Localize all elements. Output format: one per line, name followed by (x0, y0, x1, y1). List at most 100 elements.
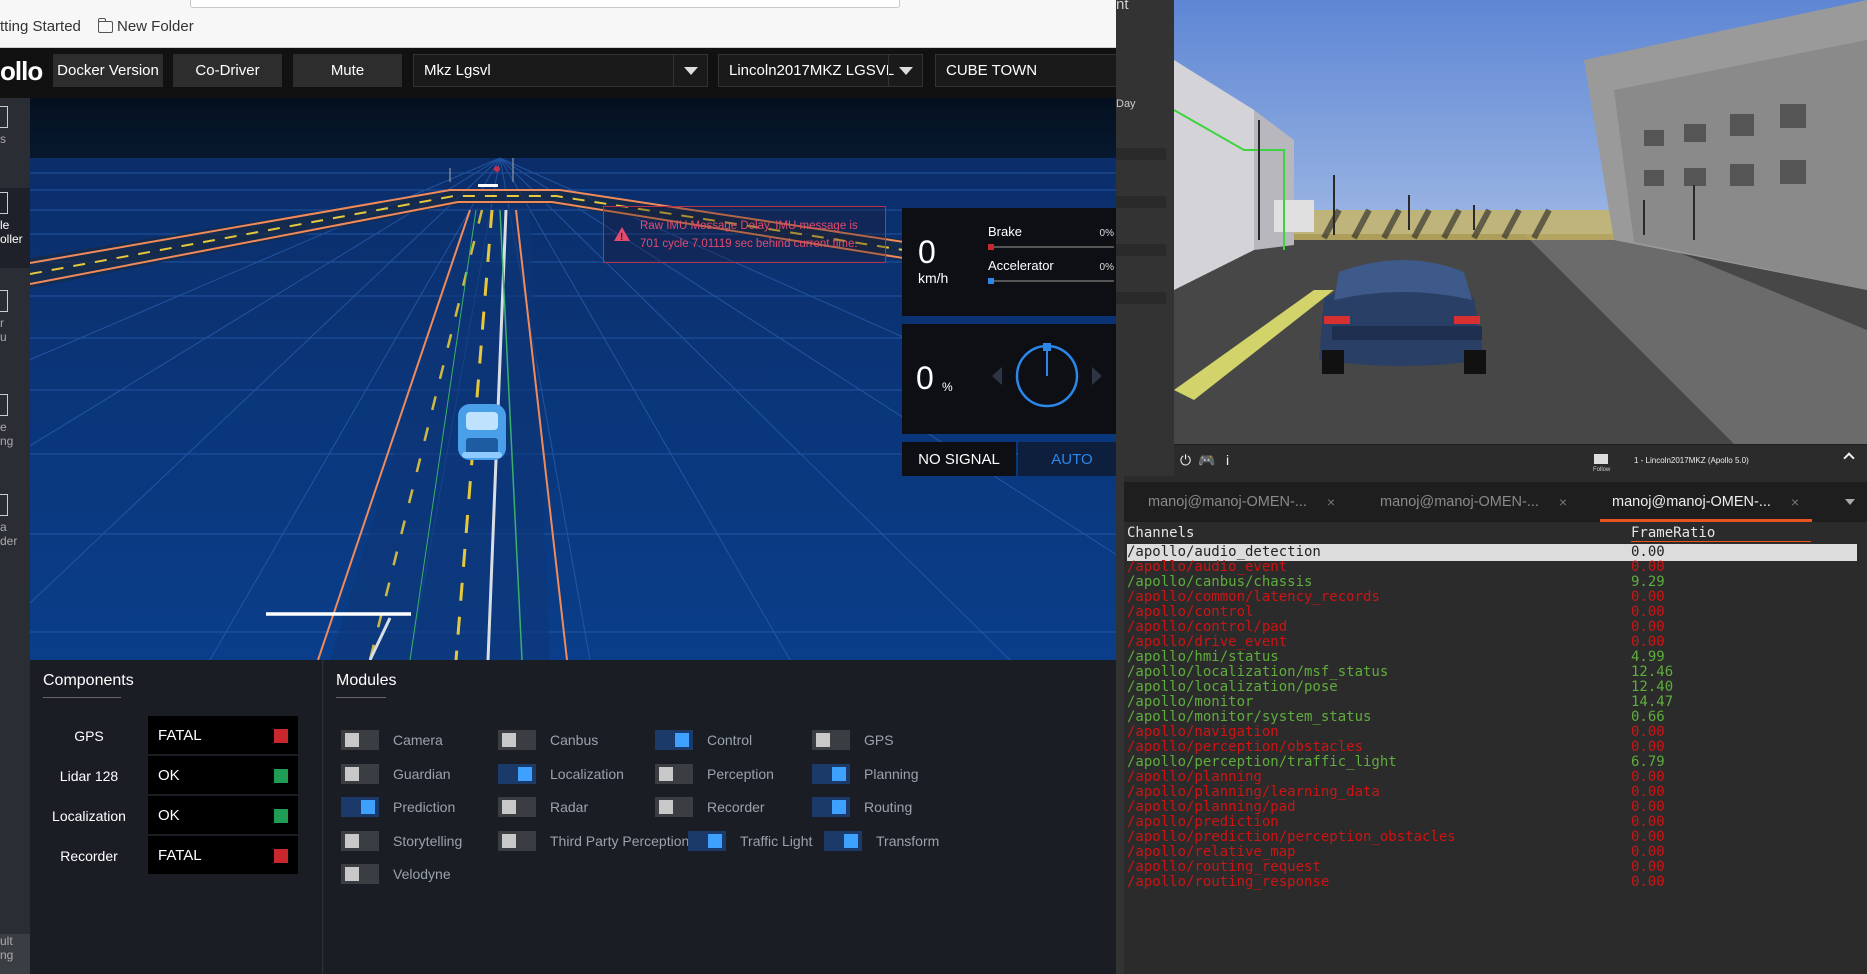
browser-window: tting Started New Folder ollo Docker Ver… (0, 0, 1116, 974)
toggle-knob (518, 767, 532, 781)
chevron-down-icon (673, 55, 707, 86)
folder-icon (97, 17, 113, 33)
toggle-switch[interactable] (498, 764, 536, 784)
module-toggle-planning[interactable]: Planning (812, 764, 919, 784)
side-nav-item-tasks[interactable]: s (0, 106, 30, 166)
module-label: Guardian (393, 766, 451, 782)
bookmark-label: New Folder (117, 18, 194, 35)
lgsvl-simulator-window[interactable]: ⏻ 🎮 i Follow 1 - Lincoln2017MKZ (Apollo … (1174, 0, 1867, 476)
tab-menu-icon[interactable] (1845, 499, 1855, 505)
bookmark-new-folder[interactable]: New Folder (97, 17, 194, 35)
close-icon[interactable]: × (1791, 494, 1799, 510)
channel-row[interactable]: /apollo/routing_response 0.00 (1127, 874, 1857, 891)
module-toggle-guardian[interactable]: Guardian (341, 764, 451, 784)
follow-label: Follow (1593, 467, 1611, 473)
toggle-switch[interactable] (688, 831, 726, 851)
vehicle-select[interactable]: Lincoln2017MKZ LGSVL (718, 54, 923, 87)
info-icon[interactable]: i (1226, 452, 1229, 468)
camera-icon[interactable] (1594, 454, 1608, 464)
module-toggle-radar[interactable]: Radar (498, 797, 588, 817)
module-label: Camera (393, 732, 443, 748)
side-nav-item-data-recorder[interactable]: a der (0, 494, 30, 564)
module-toggle-third-party-perception[interactable]: Third Party Perception (498, 831, 689, 851)
close-icon[interactable]: × (1559, 494, 1567, 510)
toggle-switch[interactable] (341, 864, 379, 884)
toggle-knob (844, 834, 858, 848)
side-nav-item-route-editing[interactable]: e ng (0, 394, 30, 464)
side-nav-item-layer-menu[interactable]: r u (0, 290, 30, 360)
side-nav-label: le oller (0, 218, 23, 246)
gamepad-icon[interactable]: 🎮 (1198, 452, 1215, 469)
module-toggle-perception[interactable]: Perception (655, 764, 774, 784)
plug-icon[interactable]: ⏻ (1180, 452, 1191, 469)
toggle-knob (345, 733, 359, 747)
module-toggle-traffic-light[interactable]: Traffic Light (688, 831, 812, 851)
side-nav-item-module-controller[interactable]: le oller (0, 188, 30, 268)
warning-icon (614, 227, 630, 247)
module-controller-icon (0, 192, 8, 214)
module-toggle-storytelling[interactable]: Storytelling (341, 831, 462, 851)
component-status-text: OK (158, 807, 180, 824)
3d-scene-view[interactable]: Raw IMU Message Delay. IMU message is 70… (30, 98, 1116, 660)
steering-wheel-icon (992, 343, 1102, 408)
url-bar[interactable] (190, 0, 900, 8)
toggle-switch[interactable] (812, 730, 850, 750)
status-indicator (274, 809, 288, 823)
module-toggle-prediction[interactable]: Prediction (341, 797, 455, 817)
module-toggle-control[interactable]: Control (655, 730, 752, 750)
map-select[interactable]: CUBE TOWN (935, 54, 1116, 87)
toggle-switch[interactable] (498, 831, 536, 851)
vehicle-label[interactable]: 1 - Lincoln2017MKZ (Apollo 5.0) (1634, 456, 1749, 465)
steering-value: 0 (916, 360, 934, 396)
module-toggle-transform[interactable]: Transform (824, 831, 939, 851)
mode-select[interactable]: Mkz Lgsvl (413, 54, 708, 87)
module-toggle-localization[interactable]: Localization (498, 764, 624, 784)
terminal-tab[interactable]: manoj@manoj-OMEN-... × (1148, 482, 1335, 522)
toggle-switch[interactable] (498, 797, 536, 817)
simulator-camera-view[interactable] (1174, 0, 1867, 444)
side-nav: s le oller r u e ng a der ult ng (0, 98, 30, 974)
component-status: OK (148, 756, 298, 794)
docker-version-button[interactable]: Docker Version (53, 54, 163, 87)
toggle-switch[interactable] (812, 797, 850, 817)
toggle-switch[interactable] (655, 764, 693, 784)
toggle-knob (345, 767, 359, 781)
side-nav-item-default-routing[interactable]: ult ng (0, 934, 30, 974)
component-name: GPS (74, 728, 104, 744)
terminal-tab-active[interactable]: manoj@manoj-OMEN-... × (1600, 482, 1812, 522)
toggle-switch[interactable] (824, 831, 862, 851)
mute-button[interactable]: Mute (293, 54, 402, 87)
toggle-switch[interactable] (655, 797, 693, 817)
toggle-switch[interactable] (341, 730, 379, 750)
bookmark-getting-started[interactable]: tting Started (0, 18, 81, 35)
vehicle-select-value: Lincoln2017MKZ LGSVL (729, 62, 895, 79)
tasks-icon (0, 106, 8, 128)
close-icon[interactable]: × (1327, 494, 1335, 510)
co-driver-button[interactable]: Co-Driver (173, 54, 282, 87)
accelerator-percent: 0% (1099, 262, 1114, 273)
toggle-switch[interactable] (341, 797, 379, 817)
terminal-tab[interactable]: manoj@manoj-OMEN-... × (1380, 482, 1567, 522)
module-toggle-recorder[interactable]: Recorder (655, 797, 765, 817)
chevron-up-icon[interactable] (1843, 452, 1855, 464)
toggle-switch[interactable] (341, 831, 379, 851)
module-label: Recorder (707, 799, 765, 815)
chevron-down-icon (888, 55, 922, 86)
module-label: Radar (550, 799, 589, 815)
toggle-knob (345, 867, 359, 881)
toggle-switch[interactable] (498, 730, 536, 750)
terminal-output[interactable]: Channels FrameRatio /apollo/audio_detect… (1124, 522, 1867, 974)
toggle-switch[interactable] (341, 764, 379, 784)
module-toggle-velodyne[interactable]: Velodyne (341, 864, 451, 884)
terminal-tab-bar: manoj@manoj-OMEN-... × manoj@manoj-OMEN-… (1124, 482, 1867, 522)
module-toggle-routing[interactable]: Routing (812, 797, 912, 817)
module-toggle-canbus[interactable]: Canbus (498, 730, 598, 750)
module-toggle-camera[interactable]: Camera (341, 730, 443, 750)
toggle-switch[interactable] (655, 730, 693, 750)
toggle-switch[interactable] (812, 764, 850, 784)
toggle-knob (832, 767, 846, 781)
module-toggle-gps[interactable]: GPS (812, 730, 894, 750)
terminal-window[interactable]: manoj@manoj-OMEN-... × manoj@manoj-OMEN-… (1124, 476, 1867, 974)
day-label-fragment: Day (1116, 98, 1136, 110)
toggle-knob (502, 800, 516, 814)
